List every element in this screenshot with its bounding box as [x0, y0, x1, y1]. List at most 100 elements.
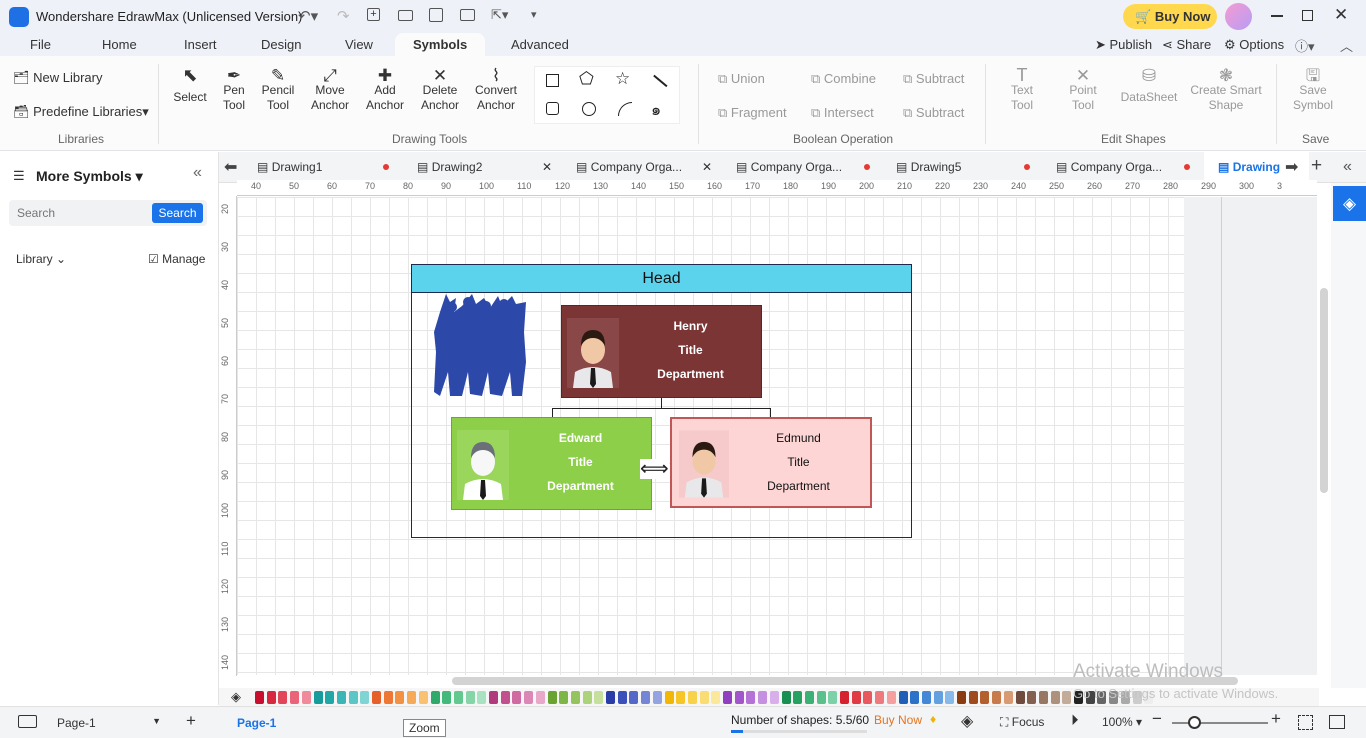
color-swatch[interactable] — [652, 691, 662, 704]
color-swatch[interactable] — [407, 691, 417, 704]
page-selector[interactable]: Page-1 ▼ — [57, 716, 161, 730]
color-swatch[interactable] — [372, 691, 381, 704]
select-tool[interactable]: ⬉ Select — [170, 66, 210, 105]
color-swatch[interactable] — [418, 691, 428, 704]
color-swatch[interactable] — [676, 691, 686, 704]
color-swatch[interactable] — [980, 691, 990, 704]
color-swatch[interactable] — [863, 691, 873, 704]
color-swatch[interactable] — [910, 691, 920, 704]
menu-symbols[interactable]: Symbols — [395, 33, 486, 56]
color-swatch[interactable] — [804, 691, 814, 704]
text-tool[interactable]: T Text Tool — [1000, 66, 1044, 113]
add-page-icon[interactable]: + — [186, 711, 196, 731]
color-swatch[interactable] — [453, 691, 463, 704]
tabs-forward-icon[interactable]: ➡ — [1285, 157, 1298, 177]
help-icon[interactable]: ⓘ▾ — [1295, 36, 1315, 55]
page-view-icon[interactable] — [18, 715, 37, 728]
redo-icon[interactable]: ↷ — [337, 7, 350, 25]
line-shape-icon[interactable] — [653, 74, 668, 87]
color-swatch[interactable] — [325, 691, 335, 704]
pentagon-shape-icon[interactable]: ⬠ — [579, 69, 594, 89]
save-symbol-button[interactable]: 🖫 Save Symbol — [1288, 67, 1338, 113]
org-card-henry[interactable]: Henry Title Department — [561, 305, 762, 398]
close-tab-icon[interactable]: ✕ — [702, 160, 712, 174]
undo-icon[interactable]: ↶▾ — [298, 7, 318, 25]
save-icon[interactable] — [429, 8, 443, 22]
color-swatch[interactable] — [500, 691, 510, 704]
doc-tab-4[interactable]: ▤ Company Orga... — [736, 160, 842, 174]
color-swatch[interactable] — [968, 691, 978, 704]
color-swatch[interactable] — [945, 691, 955, 704]
color-swatch[interactable] — [840, 691, 849, 704]
color-swatch[interactable] — [360, 691, 370, 704]
color-swatch[interactable] — [535, 691, 545, 704]
close-icon[interactable]: ✕ — [1334, 5, 1348, 25]
doc-tab-2[interactable]: ▤ Drawing2 — [417, 160, 482, 174]
color-swatch[interactable] — [348, 691, 358, 704]
color-swatch[interactable] — [1027, 691, 1037, 704]
color-swatch[interactable] — [746, 691, 756, 704]
color-swatch[interactable] — [769, 691, 779, 704]
org-card-edward[interactable]: Edward Title Department — [451, 417, 652, 510]
color-swatch[interactable] — [512, 691, 522, 704]
color-swatch[interactable] — [699, 691, 709, 704]
vertical-scrollbar[interactable] — [1320, 288, 1328, 493]
color-swatch[interactable] — [465, 691, 475, 704]
color-swatch[interactable] — [559, 691, 569, 704]
rounded-rect-shape-icon[interactable] — [546, 102, 559, 115]
close-tab-icon[interactable]: ✕ — [542, 160, 552, 174]
color-swatch[interactable] — [816, 691, 826, 704]
color-swatch[interactable] — [933, 691, 943, 704]
subtract-button-2[interactable]: ⧉ Subtract — [903, 105, 964, 121]
color-swatch[interactable] — [524, 691, 534, 704]
color-swatch[interactable] — [266, 691, 276, 704]
color-swatch[interactable] — [711, 691, 721, 704]
manage-button[interactable]: ☑ Manage — [148, 252, 205, 266]
head-banner[interactable]: Head — [411, 264, 912, 293]
search-input[interactable] — [9, 200, 149, 226]
spiral-shape-icon[interactable]: ๑ — [651, 98, 661, 123]
fit-page-icon[interactable] — [1298, 715, 1313, 730]
new-library-button[interactable]: 🗂 New Library — [13, 70, 103, 86]
zoom-slider-thumb[interactable] — [1188, 716, 1201, 729]
color-swatch[interactable] — [442, 691, 452, 704]
color-swatch[interactable] — [606, 691, 615, 704]
color-swatch[interactable] — [875, 691, 885, 704]
library-dropdown[interactable]: Library ⌄ — [16, 252, 66, 266]
tabs-back-icon[interactable]: ⬅ — [224, 157, 237, 177]
menu-insert[interactable]: Insert — [184, 37, 217, 52]
color-swatch[interactable] — [758, 691, 768, 704]
color-swatch[interactable] — [313, 691, 323, 704]
color-swatch[interactable] — [301, 691, 311, 704]
fragment-button[interactable]: ⧉ Fragment — [718, 105, 787, 121]
circle-shape-icon[interactable] — [582, 102, 596, 116]
color-swatch[interactable] — [992, 691, 1002, 704]
color-swatch[interactable] — [582, 691, 592, 704]
add-tab-icon[interactable]: + — [1311, 155, 1322, 177]
color-swatch[interactable] — [1003, 691, 1013, 704]
intersect-button[interactable]: ⧉ Intersect — [811, 105, 874, 121]
share-button[interactable]: ⋖ Share — [1162, 37, 1211, 53]
add-anchor-tool[interactable]: ✚ Add Anchor — [360, 67, 410, 113]
color-swatch[interactable] — [898, 691, 908, 704]
color-swatch[interactable] — [383, 691, 393, 704]
color-swatch[interactable] — [687, 691, 697, 704]
search-button[interactable]: Search — [152, 203, 203, 223]
layers-icon[interactable]: ◈ — [961, 711, 973, 731]
open-folder-icon[interactable] — [398, 10, 413, 21]
more-icon[interactable]: ▾ — [531, 8, 537, 21]
color-swatch[interactable] — [1015, 691, 1025, 704]
maximize-icon[interactable] — [1302, 10, 1313, 21]
focus-button[interactable]: ⛶ Focus — [1000, 715, 1044, 730]
menu-home[interactable]: Home — [102, 37, 137, 52]
doc-tab-1[interactable]: ▤ Drawing1 — [257, 160, 322, 174]
color-swatch[interactable] — [734, 691, 744, 704]
collapse-panel-icon[interactable]: « — [193, 164, 202, 182]
color-swatch[interactable] — [723, 691, 732, 704]
color-swatch[interactable] — [477, 691, 487, 704]
rectangle-shape-icon[interactable] — [546, 74, 559, 87]
color-swatch[interactable] — [594, 691, 604, 704]
org-card-edmund[interactable]: Edmund Title Department — [670, 417, 872, 508]
predefine-libraries-button[interactable]: 🗃 Predefine Libraries▾ — [13, 104, 149, 120]
buy-now-button[interactable]: 🛒 Buy Now — [1123, 4, 1217, 29]
